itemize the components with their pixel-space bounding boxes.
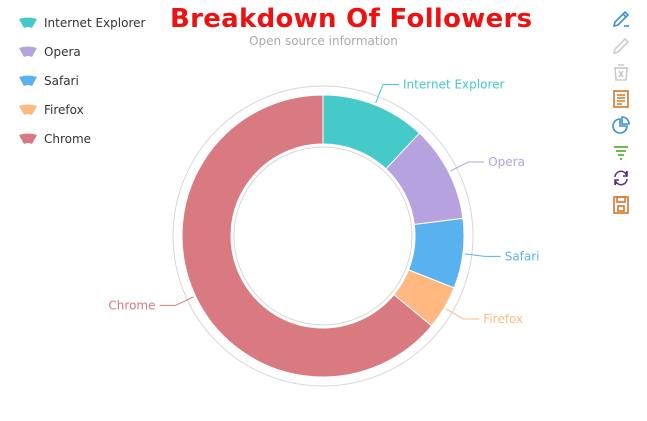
leader-line — [464, 253, 501, 257]
slice-label: Firefox — [483, 312, 523, 326]
toolbox — [610, 8, 632, 220]
pie-type-icon[interactable] — [610, 114, 632, 136]
slice-label: Safari — [505, 249, 540, 263]
funnel-icon[interactable] — [610, 141, 632, 163]
save-image-icon[interactable] — [610, 194, 632, 216]
inner-guide-ring — [233, 146, 413, 326]
pen-disabled-icon[interactable] — [610, 35, 632, 57]
clear-disabled-icon[interactable] — [610, 61, 632, 83]
leader-line — [159, 296, 194, 306]
chart-title: Breakdown Of Followers — [170, 4, 533, 34]
restore-icon[interactable] — [610, 167, 632, 189]
slice-label: Internet Explorer — [403, 77, 504, 91]
data-view-icon[interactable] — [610, 88, 632, 110]
donut-chart: Internet Explorer Opera Safari Firefox Chrom… — [108, 77, 540, 387]
slices-group — [181, 94, 465, 378]
edit-pen-icon[interactable] — [610, 8, 632, 30]
slice-label: Chrome — [108, 298, 155, 312]
slice-label: Opera — [488, 155, 525, 169]
